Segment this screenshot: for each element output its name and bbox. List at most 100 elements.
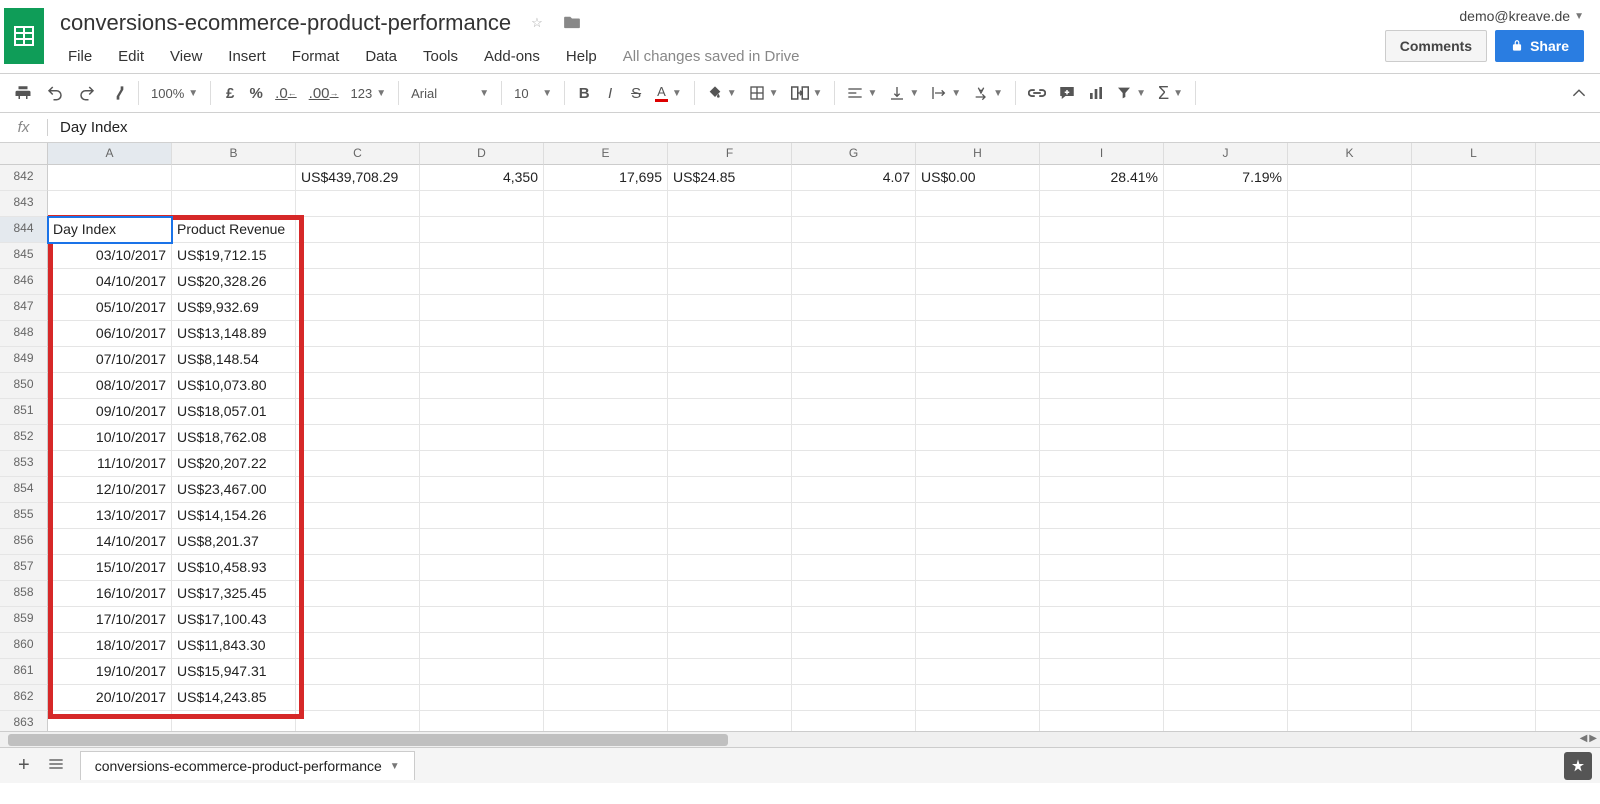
cell[interactable] <box>916 555 1040 581</box>
column-header[interactable]: D <box>420 143 544 165</box>
folder-icon[interactable] <box>559 11 585 36</box>
cell[interactable] <box>296 295 420 321</box>
column-header[interactable]: G <box>792 143 916 165</box>
cell[interactable] <box>1040 529 1164 555</box>
cell[interactable]: 18/10/2017 <box>48 633 172 659</box>
explore-button[interactable] <box>1564 752 1592 780</box>
cell[interactable]: US$17,100.43 <box>172 607 296 633</box>
cell[interactable] <box>1164 633 1288 659</box>
cell[interactable] <box>1412 191 1536 217</box>
cell[interactable]: 19/10/2017 <box>48 659 172 685</box>
cell[interactable] <box>296 659 420 685</box>
cell[interactable] <box>544 425 668 451</box>
cell[interactable] <box>1536 347 1600 373</box>
horizontal-align-dropdown[interactable]: ▼ <box>841 82 883 104</box>
cell[interactable] <box>1536 191 1600 217</box>
cell[interactable]: 15/10/2017 <box>48 555 172 581</box>
fill-color-dropdown[interactable]: ▼ <box>701 81 743 105</box>
cell[interactable]: 20/10/2017 <box>48 685 172 711</box>
cell[interactable] <box>1536 581 1600 607</box>
cell[interactable] <box>1288 607 1412 633</box>
sheet-tab-menu-icon[interactable]: ▼ <box>390 761 400 772</box>
formula-input[interactable]: Day Index <box>48 119 1600 136</box>
column-header[interactable]: H <box>916 143 1040 165</box>
cell[interactable] <box>1536 711 1600 731</box>
row-header[interactable]: 843 <box>0 191 48 217</box>
cell[interactable] <box>1288 399 1412 425</box>
cell[interactable] <box>1536 529 1600 555</box>
cell[interactable] <box>296 399 420 425</box>
cell[interactable] <box>792 295 916 321</box>
row-header[interactable]: 853 <box>0 451 48 477</box>
cell[interactable] <box>420 529 544 555</box>
cell[interactable] <box>296 529 420 555</box>
cell[interactable] <box>1164 477 1288 503</box>
cell[interactable] <box>420 269 544 295</box>
borders-dropdown[interactable]: ▼ <box>743 81 785 105</box>
cell[interactable] <box>1536 295 1600 321</box>
cell[interactable] <box>1164 347 1288 373</box>
cell[interactable]: US$439,708.29 <box>296 165 420 191</box>
cell[interactable] <box>668 191 792 217</box>
cell[interactable] <box>296 711 420 731</box>
increase-decimal-button[interactable]: .00→ <box>303 79 345 107</box>
cell[interactable] <box>1040 555 1164 581</box>
cell[interactable]: 11/10/2017 <box>48 451 172 477</box>
cell[interactable] <box>420 321 544 347</box>
column-header[interactable]: A <box>48 143 172 165</box>
row-header[interactable]: 859 <box>0 607 48 633</box>
cell[interactable] <box>792 191 916 217</box>
cell[interactable] <box>1040 191 1164 217</box>
cell[interactable] <box>1412 555 1536 581</box>
strikethrough-button[interactable]: S <box>623 79 649 107</box>
cell[interactable] <box>1412 373 1536 399</box>
cell[interactable] <box>1040 451 1164 477</box>
cell[interactable] <box>1412 425 1536 451</box>
cell[interactable]: 13/10/2017 <box>48 503 172 529</box>
cell[interactable]: Day Index <box>48 217 172 243</box>
cell[interactable] <box>668 399 792 425</box>
cell[interactable] <box>1412 581 1536 607</box>
cell[interactable] <box>420 399 544 425</box>
cell[interactable]: 16/10/2017 <box>48 581 172 607</box>
cell[interactable]: 17/10/2017 <box>48 607 172 633</box>
cell[interactable] <box>1412 347 1536 373</box>
cell[interactable] <box>420 685 544 711</box>
cell[interactable] <box>544 607 668 633</box>
star-icon[interactable]: ☆ <box>527 11 547 35</box>
cell[interactable] <box>792 581 916 607</box>
cell[interactable] <box>544 633 668 659</box>
cell[interactable] <box>1164 555 1288 581</box>
cell[interactable] <box>296 451 420 477</box>
cell[interactable] <box>1040 477 1164 503</box>
cell[interactable] <box>420 711 544 731</box>
cell[interactable] <box>1040 399 1164 425</box>
cell[interactable] <box>296 269 420 295</box>
cell[interactable] <box>296 191 420 217</box>
menu-tools[interactable]: Tools <box>411 44 470 69</box>
cell[interactable]: 4,350 <box>420 165 544 191</box>
cell[interactable] <box>1164 269 1288 295</box>
cell[interactable] <box>792 399 916 425</box>
cell[interactable] <box>1288 503 1412 529</box>
menu-help[interactable]: Help <box>554 44 609 69</box>
cell[interactable] <box>544 191 668 217</box>
text-wrap-dropdown[interactable]: ▼ <box>925 81 967 105</box>
column-header[interactable]: B <box>172 143 296 165</box>
merge-cells-dropdown[interactable]: ▼ <box>785 82 829 104</box>
cell[interactable] <box>172 165 296 191</box>
cell[interactable] <box>792 451 916 477</box>
text-rotation-dropdown[interactable]: ▼ <box>967 81 1009 105</box>
cell[interactable]: US$24.85 <box>668 165 792 191</box>
cell[interactable] <box>1288 217 1412 243</box>
cell[interactable] <box>1536 607 1600 633</box>
cell[interactable] <box>544 529 668 555</box>
scroll-left-icon[interactable]: ◀ <box>1580 733 1588 744</box>
column-header[interactable]: C <box>296 143 420 165</box>
bold-button[interactable]: B <box>571 79 597 107</box>
cell[interactable] <box>420 191 544 217</box>
cell[interactable] <box>1164 451 1288 477</box>
vertical-align-dropdown[interactable]: ▼ <box>883 81 925 105</box>
cell[interactable] <box>916 347 1040 373</box>
cell[interactable] <box>1288 711 1412 731</box>
